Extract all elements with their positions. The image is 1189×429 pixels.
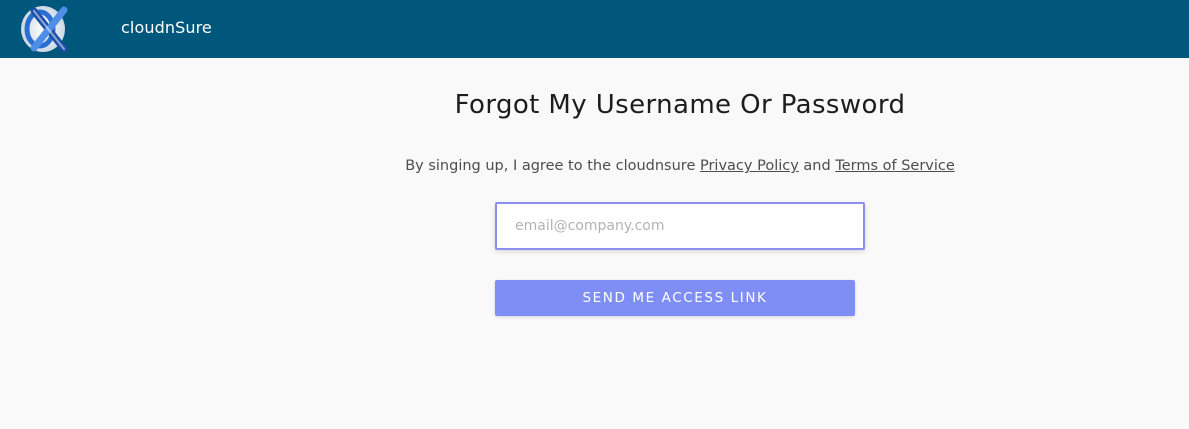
terms-of-service-link[interactable]: Terms of Service bbox=[835, 158, 954, 174]
privacy-policy-link[interactable]: Privacy Policy bbox=[700, 158, 799, 174]
terms-text: By singing up, I agree to the cloudnsure… bbox=[0, 156, 1189, 176]
send-access-link-button[interactable]: SEND ME ACCESS LINK bbox=[495, 280, 855, 316]
terms-conjunction: and bbox=[798, 158, 836, 174]
brand-name: cloudnSure bbox=[121, 18, 212, 37]
top-header: cloudnSure bbox=[0, 0, 1189, 58]
email-input[interactable] bbox=[495, 202, 865, 250]
terms-prefix: By singing up, I agree to the cloudnsure bbox=[405, 158, 700, 174]
page-title: Forgot My Username Or Password bbox=[454, 90, 906, 120]
cloudnsure-logo-icon[interactable] bbox=[18, 3, 74, 55]
